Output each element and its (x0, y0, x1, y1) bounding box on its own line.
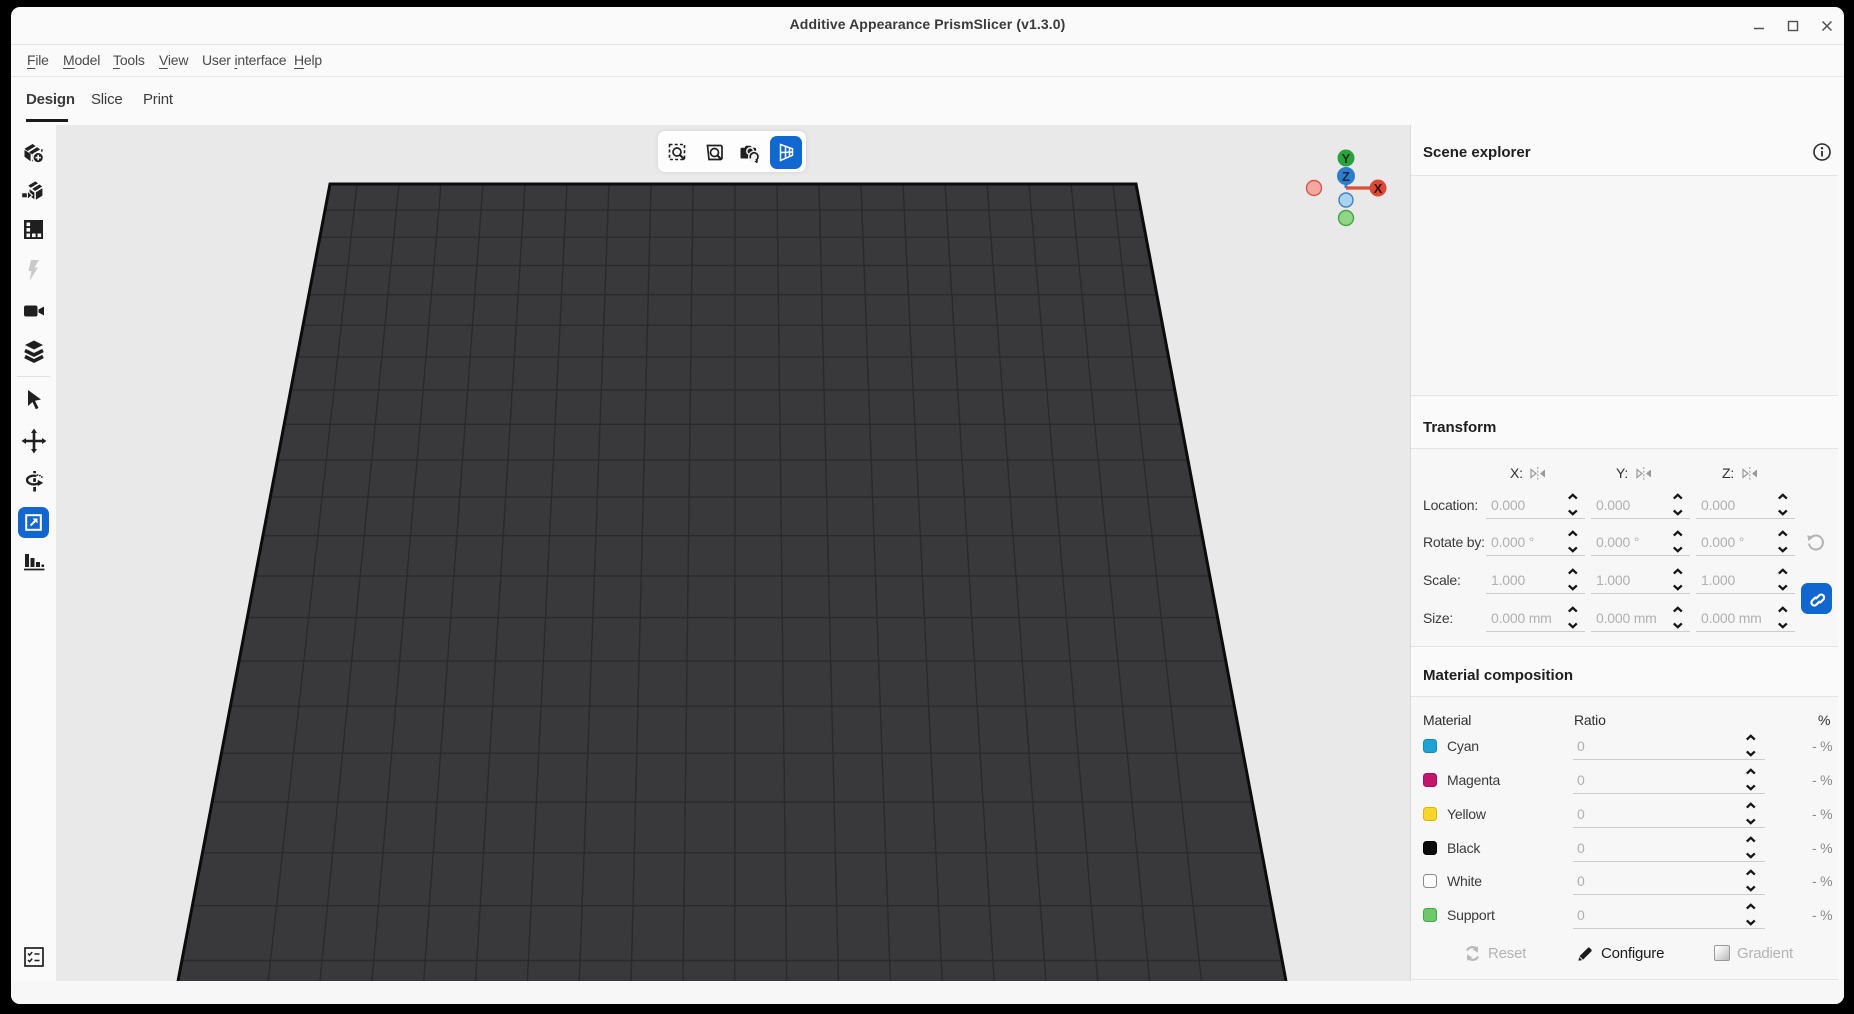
svg-text:Z: Z (1342, 169, 1350, 184)
svg-text:X: X (1374, 181, 1383, 196)
svg-text:Y: Y (1342, 151, 1351, 166)
